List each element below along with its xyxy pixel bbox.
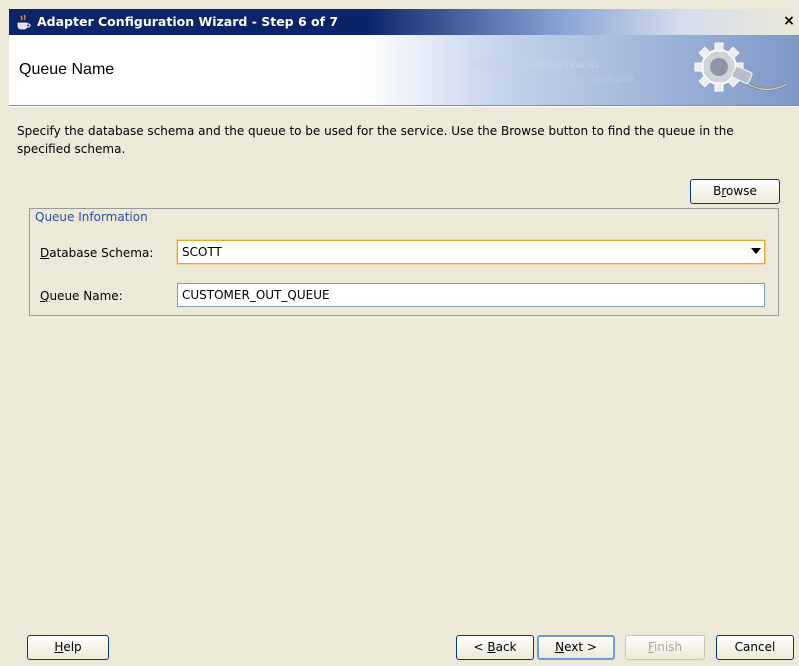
- database-schema-value: SCOTT: [182, 245, 222, 259]
- cancel-button[interactable]: Cancel: [716, 635, 794, 660]
- finish-button: Finish: [625, 635, 705, 660]
- title-bar[interactable]: Adapter Configuration Wizard - Step 6 of…: [9, 9, 799, 35]
- gear-plug-icon: [694, 42, 788, 92]
- queue-name-input[interactable]: CUSTOMER_OUT_QUEUE: [177, 283, 765, 307]
- database-schema-select[interactable]: SCOTT: [176, 239, 766, 265]
- page-title: Queue Name: [19, 61, 115, 78]
- browse-button[interactable]: Browse: [690, 179, 780, 204]
- wizard-window: Adapter Configuration Wizard - Step 6 of…: [0, 0, 799, 666]
- queue-name-value: CUSTOMER_OUT_QUEUE: [182, 288, 330, 302]
- chevron-down-icon[interactable]: [751, 248, 761, 254]
- help-button[interactable]: Help: [27, 635, 109, 660]
- header-divider-highlight: [9, 106, 799, 107]
- binary-decoration: 01010101010101010101010101: [471, 61, 599, 71]
- instructions-text: Specify the database schema and the queu…: [17, 124, 734, 156]
- close-icon[interactable]: ×: [781, 13, 797, 29]
- back-button[interactable]: < Back: [456, 635, 534, 660]
- coffee-cup-icon: [17, 14, 31, 30]
- database-schema-label: Database Schema:: [40, 246, 154, 260]
- queue-information-legend: Queue Information: [33, 210, 150, 224]
- next-button[interactable]: Next >: [537, 635, 615, 660]
- window-title: Adapter Configuration Wizard - Step 6 of…: [37, 14, 339, 29]
- binary-decoration-2: 0101010101010: [569, 75, 633, 85]
- queue-name-label: Queue Name:: [40, 289, 123, 303]
- wizard-header: Queue Name 01010101010101010101010101 01…: [9, 35, 799, 105]
